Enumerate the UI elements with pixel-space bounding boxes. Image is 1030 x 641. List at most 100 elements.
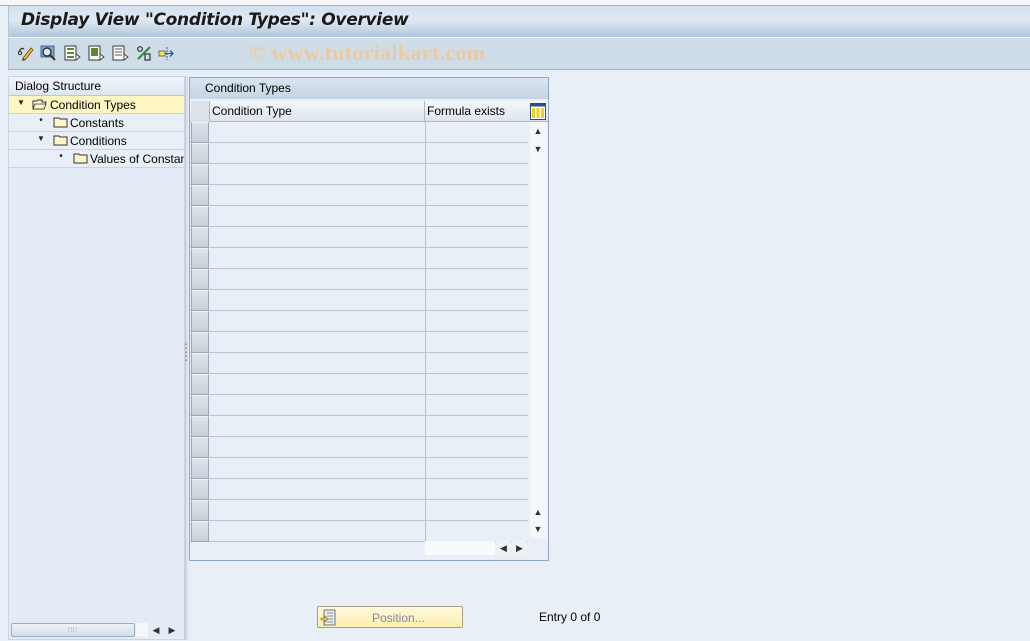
- row-select-button[interactable]: [191, 332, 209, 353]
- cell-condition-type[interactable]: [210, 269, 424, 289]
- cell-formula-exists[interactable]: [425, 395, 528, 415]
- scroll-right-icon[interactable]: ▶: [166, 623, 178, 637]
- tree-item-condition-types[interactable]: ▼ Condition Types: [9, 96, 184, 114]
- scroll-left-icon[interactable]: ◀: [150, 623, 162, 637]
- row-select-button[interactable]: [191, 521, 209, 542]
- cell-formula-exists[interactable]: [425, 122, 528, 142]
- cell-formula-exists[interactable]: [425, 353, 528, 373]
- transport-icon[interactable]: [157, 44, 175, 62]
- cell-formula-exists[interactable]: [425, 185, 528, 205]
- row-select-button[interactable]: [191, 374, 209, 395]
- row-select-button[interactable]: [191, 500, 209, 521]
- row-select-button[interactable]: [191, 416, 209, 437]
- table-vertical-scrollbar[interactable]: ▲ ▼ ▲ ▼: [530, 122, 547, 538]
- cell-condition-type[interactable]: [210, 164, 424, 184]
- display-change-icon[interactable]: [17, 44, 35, 62]
- cell-condition-type[interactable]: [210, 290, 424, 310]
- panel-splitter[interactable]: ▪ ▪ ▪ ▪ ▪: [185, 76, 188, 640]
- cell-condition-type[interactable]: [210, 416, 424, 436]
- folder-icon: [53, 135, 68, 146]
- find-icon[interactable]: [39, 44, 57, 62]
- cell-formula-exists[interactable]: [425, 521, 528, 541]
- cell-condition-type[interactable]: [210, 227, 424, 247]
- cell-condition-type[interactable]: [210, 332, 424, 352]
- cell-formula-exists[interactable]: [425, 206, 528, 226]
- row-select-button[interactable]: [191, 395, 209, 416]
- cell-formula-exists[interactable]: [425, 248, 528, 268]
- row-select-button[interactable]: [191, 185, 209, 206]
- tree-item-conditions[interactable]: ▼ Conditions: [9, 132, 184, 150]
- row-select-button[interactable]: [191, 122, 209, 143]
- table-row: [190, 374, 528, 395]
- dialog-structure-panel: Dialog Structure ▼ Condition Types • Con…: [8, 76, 185, 640]
- select-all-icon[interactable]: [63, 44, 81, 62]
- row-select-button[interactable]: [191, 353, 209, 374]
- cell-condition-type[interactable]: [210, 248, 424, 268]
- row-select-button[interactable]: [191, 269, 209, 290]
- folder-icon: [53, 117, 68, 128]
- scroll-down-icon[interactable]: ▼: [532, 142, 544, 156]
- table-settings-icon[interactable]: [530, 103, 546, 120]
- cell-condition-type[interactable]: [210, 521, 424, 541]
- table-row: [190, 416, 528, 437]
- cell-condition-type[interactable]: [210, 122, 424, 142]
- cell-condition-type[interactable]: [210, 437, 424, 457]
- cell-condition-type[interactable]: [210, 500, 424, 520]
- cell-formula-exists[interactable]: [425, 269, 528, 289]
- column-divider[interactable]: [424, 101, 425, 122]
- cell-formula-exists[interactable]: [425, 227, 528, 247]
- table-row: [190, 521, 528, 542]
- scroll-up-icon[interactable]: ▲: [532, 124, 544, 138]
- row-select-button[interactable]: [191, 479, 209, 500]
- row-select-button[interactable]: [191, 227, 209, 248]
- scroll-right-icon[interactable]: ▶: [512, 541, 527, 555]
- column-header-condition-type[interactable]: Condition Type: [212, 104, 292, 118]
- cell-condition-type[interactable]: [210, 374, 424, 394]
- tree-item-constants[interactable]: • Constants: [9, 114, 184, 132]
- cell-condition-type[interactable]: [210, 458, 424, 478]
- cell-formula-exists[interactable]: [425, 500, 528, 520]
- table-row: [190, 311, 528, 332]
- cell-formula-exists[interactable]: [425, 458, 528, 478]
- cell-formula-exists[interactable]: [425, 374, 528, 394]
- cell-condition-type[interactable]: [210, 395, 424, 415]
- scroll-left-icon[interactable]: ◀: [496, 541, 511, 555]
- row-select-button[interactable]: [191, 248, 209, 269]
- row-select-button[interactable]: [191, 290, 209, 311]
- position-button[interactable]: Position...: [317, 606, 463, 628]
- row-select-button[interactable]: [191, 311, 209, 332]
- deselect-all-icon[interactable]: [111, 44, 129, 62]
- cell-condition-type[interactable]: [210, 311, 424, 331]
- cell-formula-exists[interactable]: [425, 290, 528, 310]
- scroll-up-icon[interactable]: ▲: [532, 505, 544, 519]
- select-all-rows-button[interactable]: [191, 101, 210, 122]
- table-row: [190, 458, 528, 479]
- table-horizontal-scrollbar[interactable]: [425, 541, 495, 555]
- expand-arrow-icon[interactable]: ▼: [36, 134, 46, 143]
- cell-formula-exists[interactable]: [425, 143, 528, 163]
- scroll-down-icon[interactable]: ▼: [532, 522, 544, 536]
- cell-formula-exists[interactable]: [425, 479, 528, 499]
- cell-condition-type[interactable]: [210, 143, 424, 163]
- cell-formula-exists[interactable]: [425, 311, 528, 331]
- cell-condition-type[interactable]: [210, 185, 424, 205]
- print-standard-list-icon[interactable]: [135, 44, 153, 62]
- expand-arrow-icon[interactable]: ▼: [16, 98, 26, 107]
- leaf-bullet-icon: •: [39, 115, 43, 126]
- row-select-button[interactable]: [191, 437, 209, 458]
- column-header-formula-exists[interactable]: Formula exists: [427, 104, 505, 118]
- tree-horizontal-scrollbar[interactable]: ∷∷: [11, 623, 135, 637]
- cell-formula-exists[interactable]: [425, 437, 528, 457]
- row-select-button[interactable]: [191, 206, 209, 227]
- cell-formula-exists[interactable]: [425, 332, 528, 352]
- tree-item-values-of-constants[interactable]: • Values of Constants: [9, 150, 184, 168]
- cell-condition-type[interactable]: [210, 353, 424, 373]
- cell-formula-exists[interactable]: [425, 164, 528, 184]
- cell-condition-type[interactable]: [210, 206, 424, 226]
- cell-condition-type[interactable]: [210, 479, 424, 499]
- cell-formula-exists[interactable]: [425, 416, 528, 436]
- row-select-button[interactable]: [191, 458, 209, 479]
- row-select-button[interactable]: [191, 164, 209, 185]
- select-block-icon[interactable]: [87, 44, 105, 62]
- row-select-button[interactable]: [191, 143, 209, 164]
